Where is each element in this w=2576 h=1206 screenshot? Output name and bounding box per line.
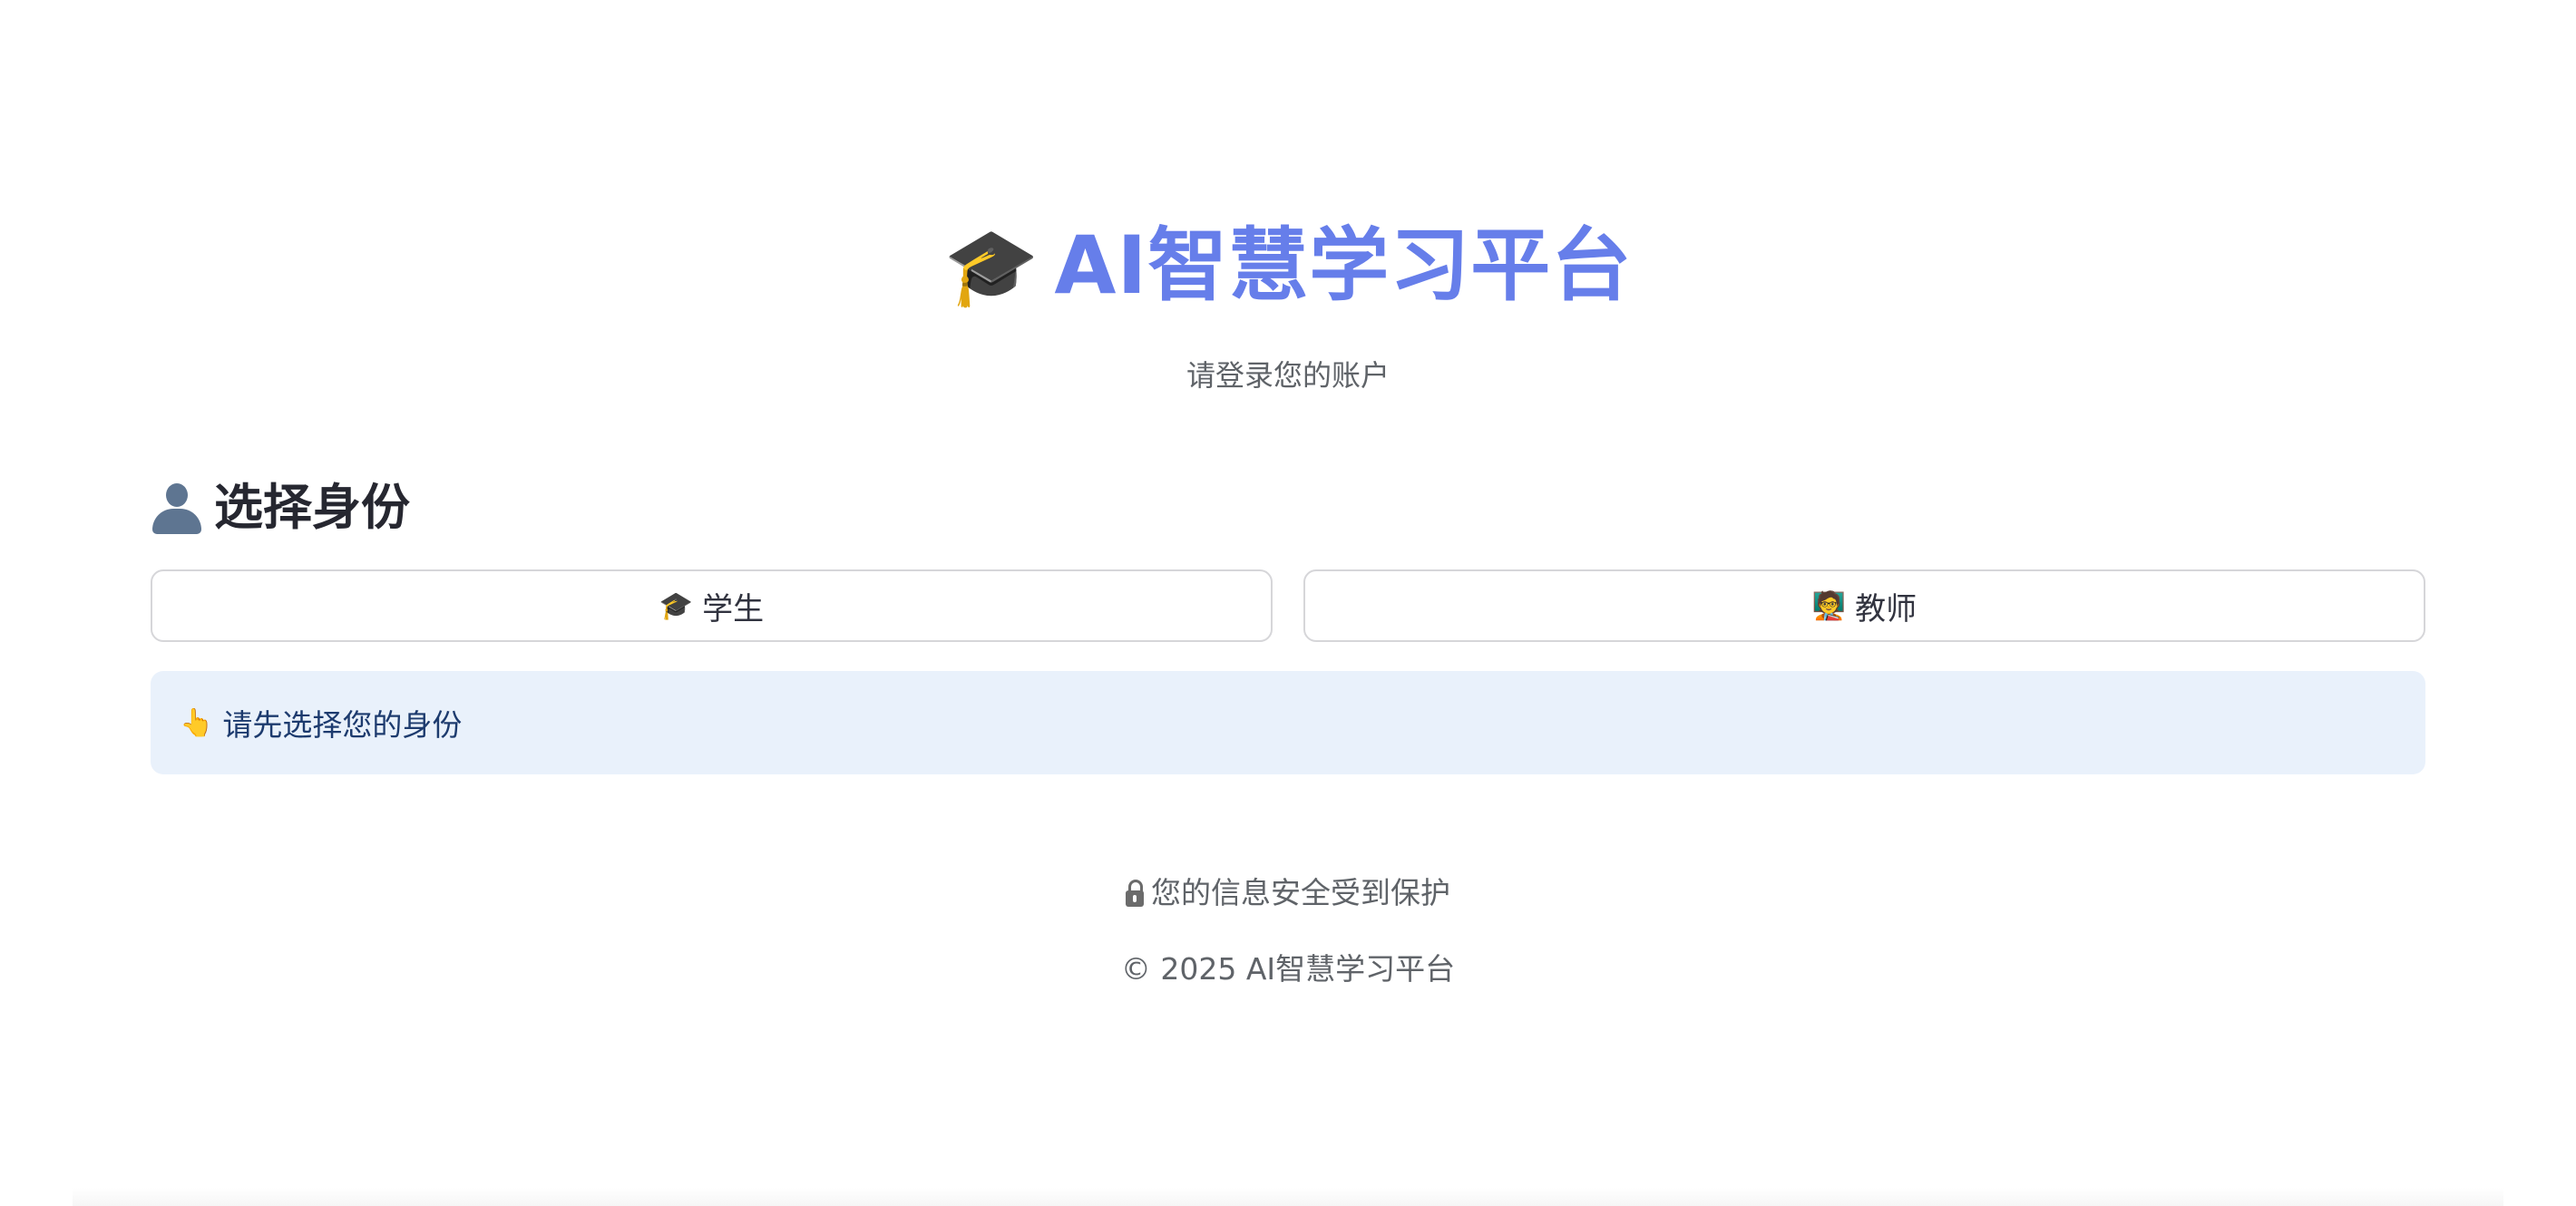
security-note-text: 您的信息安全受到保护 bbox=[1151, 875, 1450, 910]
role-buttons: 🎓 学生 🧑‍🏫 教师 bbox=[151, 569, 2425, 642]
graduation-cap-icon: 🎓 bbox=[943, 222, 1040, 311]
teacher-icon: 🧑‍🏫 bbox=[1811, 589, 1847, 622]
copyright: © 2025 AI智慧学习平台 bbox=[1120, 951, 1456, 987]
security-note: 您的信息安全受到保护 bbox=[0, 869, 2576, 912]
student-role-button[interactable]: 🎓 学生 bbox=[151, 569, 1273, 642]
section-title-text: 选择身份 bbox=[214, 479, 410, 536]
teacher-role-label: 教师 bbox=[1855, 590, 1917, 627]
student-role-label: 学生 bbox=[702, 590, 765, 627]
info-alert-text: 请先选择您的身份 bbox=[222, 707, 463, 743]
bottom-divider bbox=[73, 1188, 2503, 1206]
user-silhouette-icon bbox=[151, 481, 203, 534]
section-title: 选择身份 bbox=[151, 472, 2425, 544]
header: 🎓 AI智慧学习平台 请登录您的账户 bbox=[0, 207, 2576, 398]
graduation-cap-icon: 🎓 bbox=[659, 589, 694, 622]
lock-icon bbox=[1126, 880, 1144, 907]
page-subtitle: 请登录您的账户 bbox=[1186, 358, 1390, 393]
teacher-role-button[interactable]: 🧑‍🏫 教师 bbox=[1303, 569, 2425, 642]
page-title: 🎓 AI智慧学习平台 bbox=[0, 207, 2576, 326]
role-section: 选择身份 🎓 学生 🧑‍🏫 教师 👆 请先选择您的身份 bbox=[151, 472, 2425, 774]
page-title-text: AI智慧学习平台 bbox=[1054, 219, 1633, 312]
info-alert: 👆 请先选择您的身份 bbox=[151, 671, 2425, 774]
login-page: 🎓 AI智慧学习平台 请登录您的账户 选择身份 🎓 学生 🧑‍🏫 教师 👆 请先选… bbox=[0, 0, 2576, 1206]
pointing-up-icon: 👆 bbox=[180, 706, 214, 739]
